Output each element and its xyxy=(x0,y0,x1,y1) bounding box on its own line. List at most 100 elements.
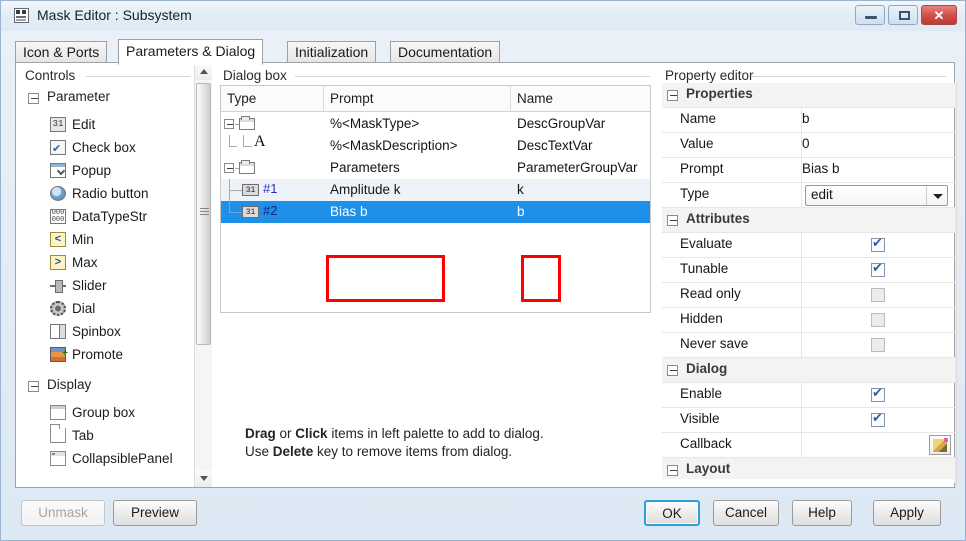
palette-item-label: Popup xyxy=(72,163,112,178)
property-section-dialog[interactable]: Dialog xyxy=(662,358,955,383)
table-row[interactable]: %<MaskType> DescGroupVar xyxy=(221,113,650,135)
property-row-value[interactable]: Value 0 xyxy=(662,133,955,158)
unmask-button[interactable]: Unmask xyxy=(21,500,105,526)
property-row-hidden[interactable]: Hidden xyxy=(662,308,955,333)
property-section-attributes[interactable]: Attributes xyxy=(662,208,955,233)
evaluate-checkbox[interactable] xyxy=(871,235,885,252)
tab-strip: Icon & Ports Parameters & Dialog Initial… xyxy=(15,39,955,65)
row-prompt-cell[interactable]: Parameters xyxy=(324,157,511,179)
collapse-icon[interactable] xyxy=(667,465,678,476)
palette-item-data-type-str[interactable]: 000 000 DataTypeStr xyxy=(16,205,194,228)
scroll-down-icon[interactable] xyxy=(195,470,212,487)
tab-initialization[interactable]: Initialization xyxy=(287,41,377,63)
help-button[interactable]: Help xyxy=(792,500,852,526)
palette-item-label: Tab xyxy=(72,428,94,443)
read-only-checkbox[interactable] xyxy=(871,288,885,302)
property-label: Tunable xyxy=(680,261,729,276)
property-value[interactable]: 0 xyxy=(802,136,955,151)
collapse-icon[interactable] xyxy=(667,215,678,226)
column-header-type[interactable]: Type xyxy=(221,86,324,111)
property-label: Read only xyxy=(680,286,741,301)
controls-group-display[interactable]: Display xyxy=(16,373,194,401)
property-row-tunable[interactable]: Tunable xyxy=(662,258,955,283)
enable-checkbox[interactable] xyxy=(871,385,885,402)
table-row[interactable]: A %<MaskDescription> DescTextVar xyxy=(221,133,650,157)
row-name-cell[interactable]: b xyxy=(511,201,650,223)
column-header-name[interactable]: Name xyxy=(511,86,650,111)
type-select[interactable]: edit xyxy=(805,185,948,206)
collapse-icon[interactable] xyxy=(28,93,39,104)
property-row-type[interactable]: Type edit xyxy=(662,183,955,208)
apply-button[interactable]: Apply xyxy=(873,500,941,526)
palette-item-popup[interactable]: Popup xyxy=(16,159,194,182)
table-row[interactable]: Parameters ParameterGroupVar xyxy=(221,157,650,179)
hint-line-2: Use Delete key to remove items from dial… xyxy=(245,443,648,461)
cancel-button[interactable]: Cancel xyxy=(713,500,779,526)
palette-item-tab[interactable]: Tab xyxy=(16,424,194,447)
pencil-nib-icon xyxy=(944,438,948,442)
palette-item-collapsible-panel[interactable]: CollapsiblePanel xyxy=(16,447,194,470)
row-name-cell[interactable]: k xyxy=(511,179,650,201)
row-prompt-cell[interactable]: Bias b xyxy=(324,201,511,223)
collapse-icon[interactable] xyxy=(224,119,234,129)
palette-item-group-box[interactable]: Group box xyxy=(16,401,194,424)
column-header-prompt[interactable]: Prompt xyxy=(324,86,511,111)
row-name-cell[interactable]: DescTextVar xyxy=(511,135,650,157)
property-row-never-save[interactable]: Never save xyxy=(662,333,955,358)
palette-item-dial[interactable]: Dial xyxy=(16,297,194,320)
footer-bar: Unmask Preview OK Cancel Help Apply xyxy=(15,492,955,534)
palette-item-edit[interactable]: 31 Edit xyxy=(16,113,194,136)
scroll-up-icon[interactable] xyxy=(195,63,212,80)
never-save-checkbox[interactable] xyxy=(871,338,885,352)
preview-button[interactable]: Preview xyxy=(113,500,197,526)
tab-parameters-and-dialog[interactable]: Parameters & Dialog xyxy=(118,39,264,65)
chevron-down-icon[interactable] xyxy=(926,186,947,205)
visible-checkbox[interactable] xyxy=(871,410,885,427)
property-row-name[interactable]: Name b xyxy=(662,108,955,133)
palette-item-slider[interactable]: Slider xyxy=(16,274,194,297)
palette-item-label: Dial xyxy=(72,301,96,316)
close-icon[interactable]: ✕ xyxy=(921,5,957,25)
row-name-cell[interactable]: ParameterGroupVar xyxy=(511,157,650,179)
dialog-tree-grid[interactable]: Type Prompt Name %<MaskType> DescGroupVa… xyxy=(220,85,651,313)
tunable-checkbox[interactable] xyxy=(871,260,885,277)
property-row-evaluate[interactable]: Evaluate xyxy=(662,233,955,258)
tab-documentation[interactable]: Documentation xyxy=(390,41,501,63)
dialog-box-panel: Dialog box Type Prompt Name %<MaskType> xyxy=(217,63,654,487)
maximize-icon[interactable] xyxy=(888,5,918,25)
controls-group-parameter[interactable]: Parameter xyxy=(16,85,194,113)
property-row-read-only[interactable]: Read only xyxy=(662,283,955,308)
property-row-visible[interactable]: Visible xyxy=(662,408,955,433)
minimize-icon[interactable] xyxy=(855,5,885,25)
palette-item-min[interactable]: < Min xyxy=(16,228,194,251)
ok-button[interactable]: OK xyxy=(644,500,700,526)
palette-item-radio-button[interactable]: Radio button xyxy=(16,182,194,205)
palette-item-spinbox[interactable]: Spinbox xyxy=(16,320,194,343)
row-prompt-cell[interactable]: %<MaskDescription> xyxy=(324,135,511,157)
scrollbar-thumb[interactable] xyxy=(196,83,211,345)
palette-item-check-box[interactable]: Check box xyxy=(16,136,194,161)
property-row-prompt[interactable]: Prompt Bias b xyxy=(662,158,955,183)
row-name-cell[interactable]: DescGroupVar xyxy=(511,113,650,135)
callback-edit-button[interactable] xyxy=(929,435,951,455)
row-prompt-cell[interactable]: %<MaskType> xyxy=(324,113,511,135)
collapse-icon[interactable] xyxy=(667,90,678,101)
tab-icon-and-ports[interactable]: Icon & Ports xyxy=(15,41,108,63)
collapse-icon[interactable] xyxy=(667,365,678,376)
property-section-properties[interactable]: Properties xyxy=(662,83,955,108)
table-row[interactable]: 31 #2 Bias b b xyxy=(221,201,650,223)
hidden-checkbox[interactable] xyxy=(871,313,885,327)
property-value[interactable]: b xyxy=(802,111,955,126)
collapse-icon[interactable] xyxy=(224,163,234,173)
row-prompt-cell[interactable]: Amplitude k xyxy=(324,179,511,201)
group-folder-icon xyxy=(239,116,255,130)
table-row[interactable]: 31 #1 Amplitude k k xyxy=(221,179,650,201)
property-row-enable[interactable]: Enable xyxy=(662,383,955,408)
property-value[interactable]: Bias b xyxy=(802,161,955,176)
palette-item-max[interactable]: > Max xyxy=(16,251,194,274)
palette-item-promote[interactable]: Promote xyxy=(16,342,194,366)
property-row-callback[interactable]: Callback xyxy=(662,433,955,458)
collapse-icon[interactable] xyxy=(28,381,39,392)
controls-scrollbar[interactable] xyxy=(194,63,212,487)
property-label: Enable xyxy=(680,386,723,401)
